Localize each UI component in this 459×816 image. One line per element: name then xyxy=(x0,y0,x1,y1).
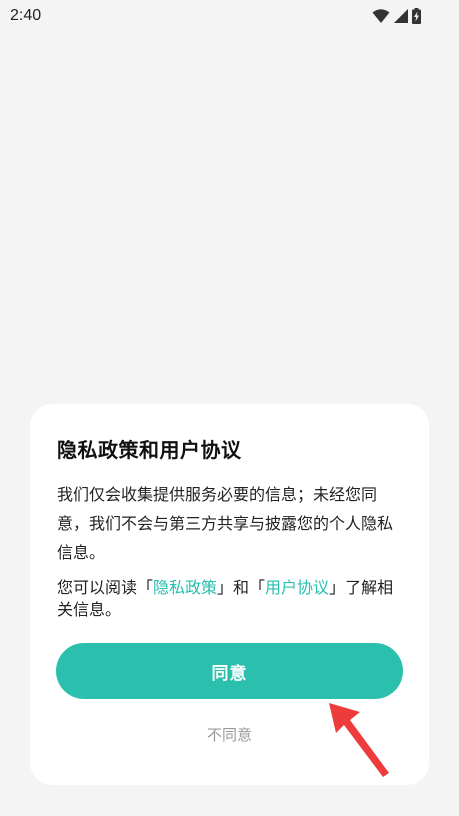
wifi-icon xyxy=(372,9,390,23)
dialog-title: 隐私政策和用户协议 xyxy=(57,438,242,462)
status-icons xyxy=(372,8,421,24)
dialog-read-info: 您可以阅读「隐私政策」和「用户协议」了解相关信息。 xyxy=(57,577,407,621)
status-time: 2:40 xyxy=(10,7,42,24)
red-arrow-annotation-icon xyxy=(329,703,389,777)
read-prefix: 您可以阅读「 xyxy=(57,578,154,597)
battery-charging-icon xyxy=(412,8,421,24)
user-agreement-link[interactable]: 用户协议 xyxy=(265,578,329,597)
agree-button[interactable]: 同意 xyxy=(56,643,403,699)
status-bar: 2:40 xyxy=(0,0,459,32)
read-middle: 」和「 xyxy=(217,578,266,597)
signal-icon xyxy=(394,9,408,23)
dialog-body: 我们仅会收集提供服务必要的信息；未经您同意，我们不会与第三方共享与披露您的个人隐… xyxy=(57,485,394,562)
screen: 2:40 隐私政策和用户协议 我们仅会收集提供服务必要的信息；未经您同意，我们不… xyxy=(0,0,459,816)
privacy-policy-link[interactable]: 隐私政策 xyxy=(153,578,217,597)
